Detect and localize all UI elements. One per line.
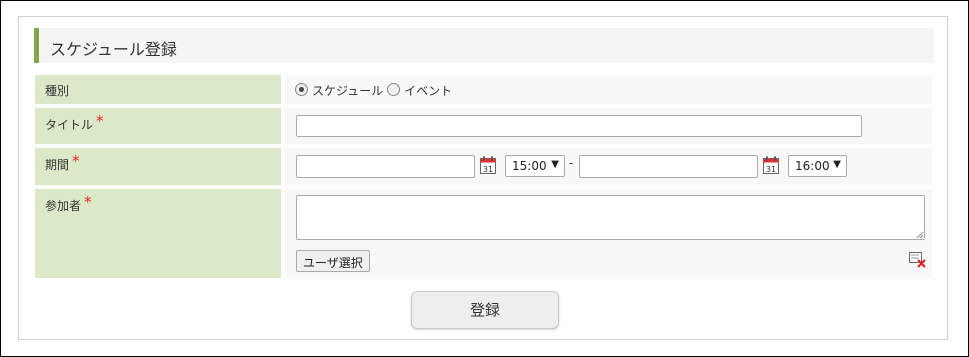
start-time-value: 15:00	[512, 159, 547, 173]
radio-schedule[interactable]	[295, 83, 308, 96]
calendar-icon-end[interactable]: 31	[763, 156, 779, 174]
calendar-icon-start[interactable]: 31	[480, 156, 496, 174]
participants-label: 参加者	[45, 199, 82, 213]
title-input[interactable]	[296, 115, 862, 137]
title-label: タイトル	[45, 118, 94, 132]
clear-participants-icon[interactable]	[909, 252, 927, 268]
type-label: 種別	[45, 84, 70, 98]
end-date-input[interactable]	[579, 155, 758, 178]
participants-value-cell: ユーザ選択	[285, 189, 932, 278]
start-date-input[interactable]	[296, 155, 475, 178]
participants-row: 参加者 * ユーザ選択	[35, 189, 932, 278]
radio-event-label[interactable]: イベント	[404, 84, 452, 98]
title-row: タイトル *	[35, 108, 932, 144]
schedule-form-panel: スケジュール登録 種別 スケジュール イベント タイトル * 期間 * 31 1…	[18, 16, 948, 340]
resize-handle-icon[interactable]	[916, 231, 924, 239]
participants-label-cell: 参加者 *	[35, 189, 281, 278]
svg-text:31: 31	[766, 165, 776, 174]
type-row: 種別 スケジュール イベント	[35, 75, 932, 104]
type-label-cell: 種別	[35, 75, 281, 104]
required-mark: *	[96, 112, 104, 130]
chevron-down-icon: ▼	[551, 159, 559, 170]
end-time-select[interactable]: 16:00 ▼	[788, 155, 847, 177]
period-label: 期間	[45, 158, 70, 172]
period-row: 期間 * 31 15:00 ▼ - 31 16:00 ▼	[35, 148, 932, 185]
period-label-cell: 期間 *	[35, 148, 281, 185]
submit-button[interactable]: 登録	[411, 291, 559, 329]
required-mark: *	[72, 152, 80, 170]
participants-textarea[interactable]	[296, 195, 925, 240]
title-value-cell	[285, 108, 932, 144]
end-time-value: 16:00	[795, 159, 830, 173]
svg-text:31: 31	[483, 165, 493, 174]
radio-event[interactable]	[387, 83, 401, 96]
page-title: スケジュール登録	[50, 40, 177, 59]
type-value-cell: スケジュール イベント	[285, 75, 932, 104]
start-time-select[interactable]: 15:00 ▼	[505, 155, 565, 177]
page-header: スケジュール登録	[34, 28, 934, 63]
radio-schedule-label[interactable]: スケジュール	[312, 84, 383, 98]
period-separator: -	[569, 156, 574, 170]
user-select-button[interactable]: ユーザ選択	[296, 250, 370, 272]
period-value-cell: 31 15:00 ▼ - 31 16:00 ▼	[285, 148, 932, 185]
title-label-cell: タイトル *	[35, 108, 281, 144]
chevron-down-icon: ▼	[833, 159, 841, 170]
required-mark: *	[84, 193, 92, 211]
